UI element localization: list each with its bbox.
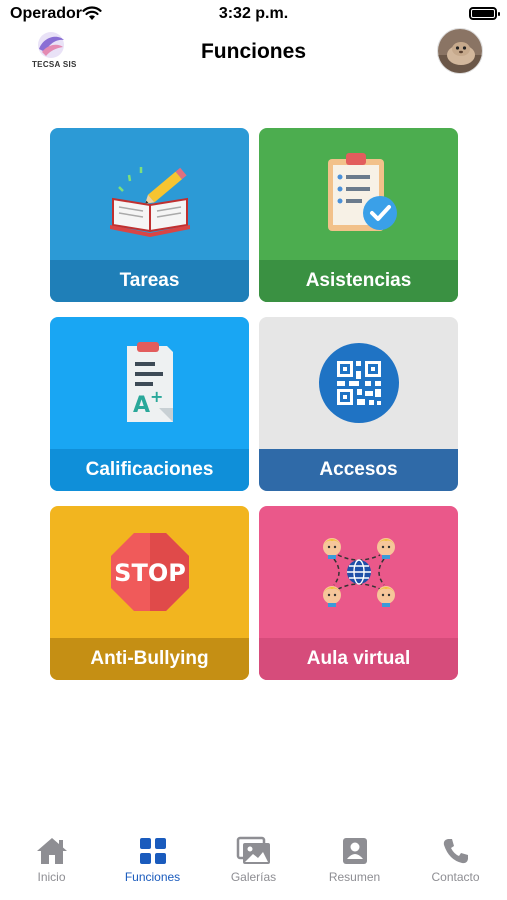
tile-aula-virtual[interactable]: Aula virtual: [259, 506, 458, 680]
tab-label: Inicio: [37, 870, 66, 884]
homework-book-pencil-icon: [109, 167, 190, 237]
tile-label: Asistencias: [259, 260, 458, 302]
tile-label: Aula virtual: [259, 638, 458, 680]
tab-label: Contacto: [431, 870, 480, 884]
tab-bar: Inicio Funciones Galerías Resumen Contac…: [0, 830, 507, 900]
home-icon: [36, 838, 67, 864]
tab-inicio[interactable]: Inicio: [1, 836, 102, 896]
grade-paper-icon: A +: [126, 342, 173, 422]
tile-calificaciones[interactable]: A + Calificaciones: [50, 317, 249, 491]
page-title: Funciones: [200, 40, 306, 63]
stop-sign-icon: STOP: [110, 533, 189, 611]
status-time: 3:32 p.m.: [218, 5, 289, 22]
avatar[interactable]: [437, 28, 483, 74]
tab-resumen[interactable]: Resumen: [304, 836, 405, 896]
battery-icon: [469, 7, 500, 20]
tab-label: Galerías: [230, 870, 277, 884]
tile-label: Anti-Bullying: [50, 638, 249, 680]
status-bar: Operador 3:32 p.m.: [0, 0, 507, 28]
tab-label: Resumen: [328, 870, 381, 884]
tile-tareas[interactable]: Tareas: [50, 128, 249, 302]
tile-accesos[interactable]: Accesos: [259, 317, 458, 491]
profile-card-icon: [342, 838, 367, 864]
avatar-photo-icon: [438, 29, 482, 73]
grid-icon: [139, 838, 166, 864]
tile-label: Tareas: [50, 260, 249, 302]
tile-label: Accesos: [259, 449, 458, 491]
svg-text:STOP: STOP: [114, 559, 186, 587]
tab-galerias[interactable]: Galerías: [203, 836, 304, 896]
phone-icon: [443, 839, 468, 864]
clipboard-check-icon: [327, 153, 397, 231]
tile-label: Calificaciones: [50, 449, 249, 491]
svg-text:+: +: [150, 387, 163, 406]
tab-funciones[interactable]: Funciones: [102, 836, 203, 896]
tab-label: Funciones: [124, 870, 181, 884]
virtual-classroom-globe-icon: [322, 538, 395, 607]
tab-contacto[interactable]: Contacto: [405, 836, 506, 896]
svg-text:A: A: [133, 393, 150, 418]
gallery-icon: [236, 836, 270, 864]
functions-grid: Tareas Asistencias A + Calificaciones Ac…: [50, 128, 458, 680]
tile-asistencias[interactable]: Asistencias: [259, 128, 458, 302]
tile-anti-bullying[interactable]: STOP Anti-Bullying: [50, 506, 249, 680]
navigation-bar: TECSA SIS Funciones: [0, 28, 507, 78]
qr-code-icon: [318, 343, 399, 423]
